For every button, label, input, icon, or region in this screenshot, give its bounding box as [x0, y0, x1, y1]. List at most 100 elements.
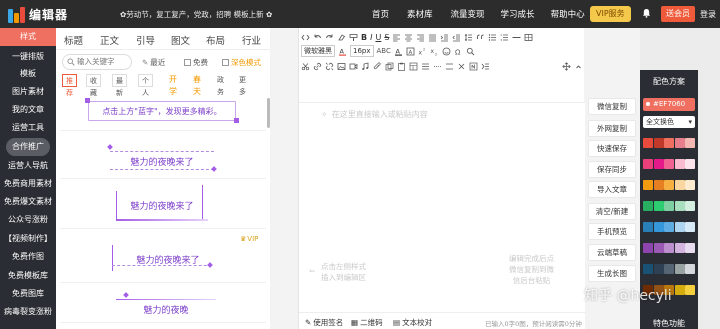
color-swatch[interactable] [685, 285, 695, 295]
more-link[interactable]: 更多 [236, 74, 249, 96]
clear-format-icon[interactable] [337, 33, 346, 42]
sidebar-item-viral-growth[interactable]: 病毒裂变涨粉 [0, 303, 56, 321]
proofread-button[interactable]: ▤ 文本校对 [393, 317, 432, 328]
color-swatch[interactable] [674, 222, 685, 232]
wechat-copy-button[interactable]: 微信复制 [588, 98, 636, 115]
color-swatch[interactable] [653, 222, 664, 232]
tag-school-start[interactable]: 开学 [166, 74, 180, 96]
free-checkbox[interactable] [184, 59, 191, 66]
long-image-button[interactable]: 生成长图 [588, 265, 636, 282]
superscript-icon[interactable]: x2 [418, 47, 427, 56]
color-swatch[interactable] [685, 264, 695, 274]
template-card[interactable]: 魅力的夜晚 [60, 283, 266, 323]
redo-icon[interactable] [325, 33, 334, 42]
subtab-personal[interactable]: 个人 [138, 74, 153, 97]
sidebar-item-free-drawing[interactable]: 免费作图 [0, 248, 56, 266]
template-card[interactable]: 魅力的夜晚来了 ♛ VIP [60, 229, 266, 283]
letter-spacing-icon[interactable]: ABC [377, 47, 391, 55]
line-spacing-icon[interactable] [464, 33, 473, 42]
color-swatch[interactable] [685, 138, 695, 148]
emoji-icon[interactable] [442, 47, 451, 56]
source-icon[interactable] [301, 33, 310, 42]
table-icon[interactable] [524, 33, 533, 42]
font-size-select[interactable]: 16px [350, 45, 374, 57]
font-color-icon[interactable]: A [338, 47, 347, 56]
template-card[interactable]: 点击上方"蓝字"，发现更多精彩。 [60, 91, 266, 131]
tab-layout[interactable]: 布局 [206, 33, 225, 47]
color-swatch[interactable] [664, 201, 674, 211]
divider-icon[interactable] [433, 62, 442, 71]
color-swatch[interactable] [643, 138, 653, 148]
nav-monetize[interactable]: 流量变现 [451, 8, 485, 20]
list-icon[interactable] [488, 33, 497, 42]
subtab-latest[interactable]: 最新 [112, 74, 127, 97]
quick-save-button[interactable]: 快速保存 [588, 140, 636, 157]
justify-icon[interactable] [428, 33, 437, 42]
filter-dark-mode[interactable]: 深色模式 [222, 57, 261, 68]
highlight-icon[interactable]: A [406, 47, 415, 56]
color-swatch[interactable] [674, 285, 685, 295]
sidebar-item-my-articles[interactable]: 我的文章 [0, 101, 56, 119]
text-color-icon[interactable]: A [394, 47, 403, 56]
outdent-icon[interactable] [452, 33, 461, 42]
blank-line-icon[interactable] [445, 62, 454, 71]
font-family-select[interactable]: 微软雅黑 [301, 45, 335, 57]
template-card[interactable]: 魅力的夜晚来了 [60, 131, 266, 179]
color-swatch[interactable] [674, 138, 685, 148]
filter-recent[interactable]: ✎ 最近 [142, 57, 165, 68]
vip-service-button[interactable]: VIP服务 [590, 6, 631, 22]
color-swatch[interactable] [643, 243, 653, 253]
color-swatch[interactable] [664, 159, 674, 169]
color-swatch[interactable] [643, 222, 653, 232]
template-card[interactable]: 魅力的夜晚来了 [60, 179, 266, 229]
tab-body[interactable]: 正文 [100, 33, 119, 47]
external-copy-button[interactable]: 外网复制 [588, 120, 636, 137]
tab-industry[interactable]: 行业 [242, 33, 261, 47]
format-brush-icon[interactable] [349, 33, 358, 42]
search-replace-icon[interactable] [466, 47, 475, 56]
tag-spring[interactable]: 春天 [190, 74, 204, 96]
color-swatch[interactable] [664, 243, 674, 253]
color-swatch[interactable] [664, 180, 674, 190]
attachment-icon[interactable] [373, 61, 382, 71]
nav-home[interactable]: 首页 [372, 8, 389, 20]
color-swatch[interactable] [664, 264, 674, 274]
current-color[interactable]: #EF7060 [643, 98, 695, 111]
keyword-search[interactable] [62, 54, 132, 70]
tag-government[interactable]: 政务 [214, 74, 227, 96]
color-swatch[interactable] [685, 159, 695, 169]
color-swatch[interactable] [685, 243, 695, 253]
import-article-button[interactable]: 导入文章 [588, 181, 636, 198]
quote-icon[interactable] [476, 33, 485, 42]
sidebar-item-partnership[interactable]: 合作推广 [6, 138, 50, 156]
paragraph-icon[interactable] [481, 62, 490, 71]
sidebar-item-ops-tools[interactable]: 运营工具 [0, 119, 56, 137]
paste-icon[interactable] [397, 62, 406, 71]
special-char-icon[interactable]: Ω [454, 47, 463, 56]
sidebar-item-one-click-layout[interactable]: 一键排版 [0, 48, 56, 66]
login-link[interactable]: 登录 [700, 9, 716, 20]
color-swatch[interactable] [643, 180, 653, 190]
sidebar-item-free-gallery[interactable]: 免费图库 [0, 285, 56, 303]
recolor-mode-select[interactable]: 全文换色 [643, 116, 695, 128]
color-swatch[interactable] [643, 201, 653, 211]
color-swatch[interactable] [643, 264, 653, 274]
link-icon[interactable] [313, 62, 322, 71]
align-right-icon[interactable] [416, 33, 425, 42]
gift-membership-button[interactable]: 送会员 [661, 6, 695, 22]
bell-icon[interactable] [642, 8, 651, 18]
keyword-search-input[interactable] [77, 57, 129, 66]
tab-guide[interactable]: 引导 [136, 33, 155, 47]
color-swatch[interactable] [685, 180, 695, 190]
color-swatch[interactable] [674, 243, 685, 253]
dark-mode-checkbox[interactable] [222, 59, 229, 66]
tab-title[interactable]: 标题 [64, 33, 83, 47]
feature-label[interactable]: 特色功能 [640, 318, 698, 329]
color-swatch[interactable] [685, 201, 695, 211]
bold-icon[interactable]: B [361, 33, 367, 42]
color-swatch[interactable] [653, 264, 664, 274]
color-swatch[interactable] [685, 222, 695, 232]
logo[interactable]: 编辑器 [8, 6, 68, 23]
video-icon[interactable] [349, 62, 358, 71]
color-swatch[interactable] [674, 264, 685, 274]
